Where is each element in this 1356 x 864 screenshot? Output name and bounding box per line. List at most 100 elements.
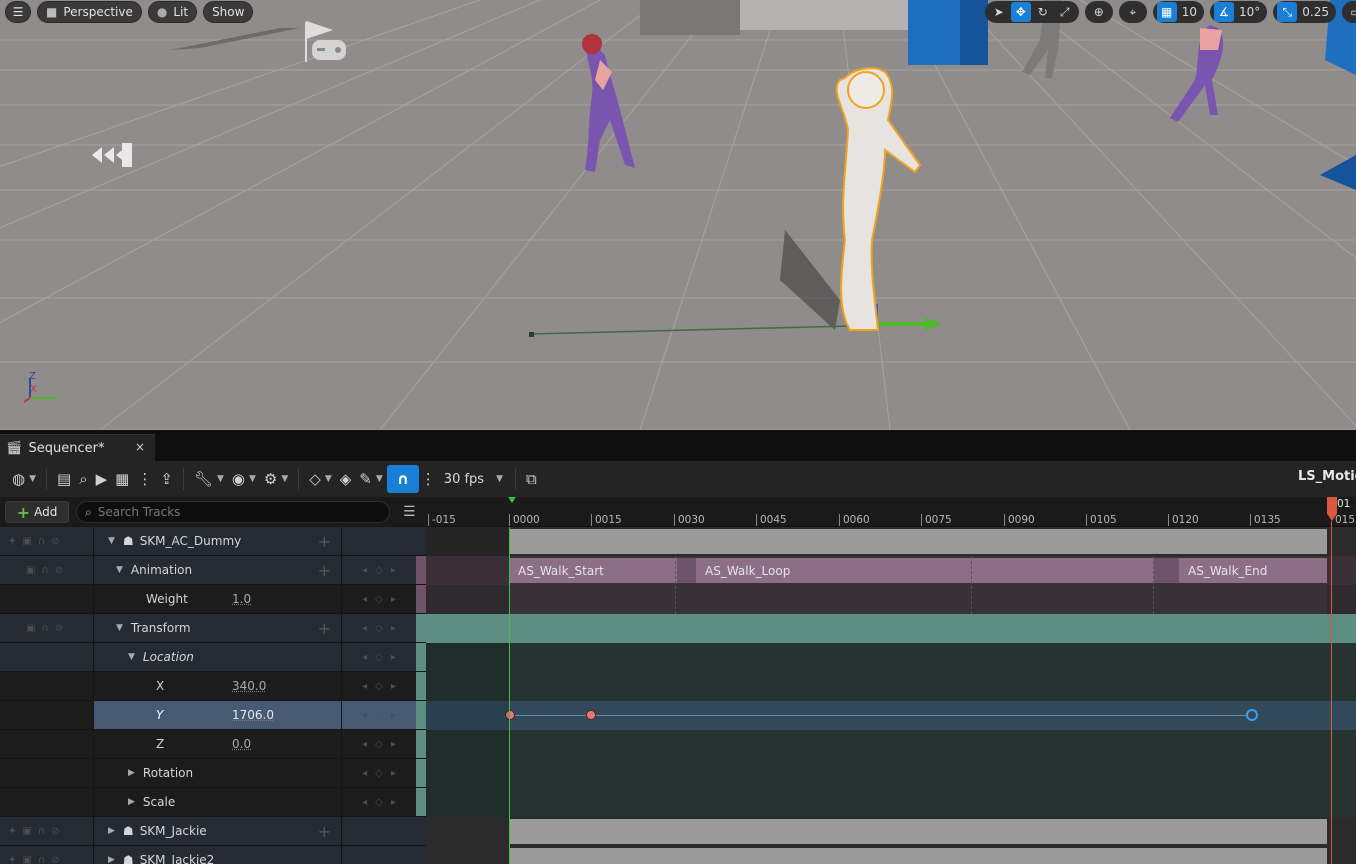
prev-key-icon[interactable]: ◂ bbox=[362, 797, 367, 808]
snap-toggle-button[interactable]: ∩ bbox=[386, 465, 419, 493]
lane-skm-ac-dummy[interactable] bbox=[426, 527, 1356, 556]
track-row-y[interactable]: Y 1706.0 ◂ ◇ ▸ bbox=[0, 701, 426, 730]
lane-z[interactable] bbox=[426, 730, 1356, 759]
add-subtrack-icon[interactable]: + bbox=[318, 822, 331, 841]
rotate-mode-button[interactable]: ↻ bbox=[1033, 2, 1053, 22]
mute-icon[interactable]: ⊘ bbox=[51, 855, 59, 864]
auto-key-button[interactable]: ✎ ▼ bbox=[355, 465, 387, 493]
grid-snap-button[interactable]: ▦ bbox=[1156, 2, 1177, 22]
pin-icon[interactable]: ✦ bbox=[8, 536, 16, 547]
prev-key-icon[interactable]: ◂ bbox=[362, 681, 367, 692]
add-key-icon[interactable]: ◇ bbox=[375, 565, 383, 576]
mute-icon[interactable]: ⊘ bbox=[55, 623, 63, 634]
show-button[interactable]: Show bbox=[203, 1, 254, 23]
track-row-location[interactable]: ▼ Location ◂ ◇ ▸ bbox=[0, 643, 426, 672]
add-track-button[interactable]: + Add bbox=[5, 501, 69, 523]
lit-button[interactable]: ● Lit bbox=[147, 1, 198, 23]
viewport-menu-button[interactable]: ☰ bbox=[5, 1, 31, 23]
add-key-icon[interactable]: ◇ bbox=[375, 710, 383, 721]
lane-weight[interactable] bbox=[426, 585, 1356, 614]
surface-snap-button[interactable]: ⌖ bbox=[1123, 2, 1143, 22]
add-subtrack-icon[interactable]: + bbox=[318, 561, 331, 580]
perspective-button[interactable]: ■ Perspective bbox=[37, 1, 142, 23]
grid-snap-value[interactable]: 10 bbox=[1179, 5, 1200, 19]
prev-key-icon[interactable]: ◂ bbox=[362, 739, 367, 750]
filter-icon[interactable]: ☰ bbox=[403, 504, 416, 520]
track-row-scale[interactable]: ▶ Scale ◂ ◇ ▸ bbox=[0, 788, 426, 817]
add-key-icon[interactable]: ◇ bbox=[375, 623, 383, 634]
y-value-field[interactable]: 1706.0 bbox=[232, 708, 274, 722]
add-subtrack-icon[interactable]: + bbox=[318, 619, 331, 638]
actor-section-bar[interactable] bbox=[509, 848, 1327, 864]
prev-key-icon[interactable]: ◂ bbox=[362, 652, 367, 663]
add-key-icon[interactable]: ◇ bbox=[375, 739, 383, 750]
next-key-icon[interactable]: ▸ bbox=[391, 594, 396, 605]
anim-section-walk-start[interactable]: AS_Walk_Start bbox=[509, 558, 677, 583]
start-marker[interactable] bbox=[508, 497, 516, 503]
pin-icon[interactable]: ✦ bbox=[8, 826, 16, 837]
headphones-icon[interactable]: ∩ bbox=[41, 623, 48, 634]
expand-triangle-icon[interactable]: ▶ bbox=[128, 797, 135, 807]
expand-triangle-icon[interactable]: ▶ bbox=[108, 855, 115, 864]
actor-section-bar[interactable] bbox=[509, 819, 1327, 844]
prev-key-icon[interactable]: ◂ bbox=[362, 623, 367, 634]
anim-section-walk-end[interactable]: AS_Walk_End bbox=[1179, 558, 1327, 583]
rotation-snap-value[interactable]: 10° bbox=[1236, 5, 1263, 19]
keyframe-0135[interactable] bbox=[1246, 709, 1258, 721]
headphones-icon[interactable]: ∩ bbox=[41, 565, 48, 576]
add-key-icon[interactable]: ◇ bbox=[375, 681, 383, 692]
lock-icon[interactable]: ▣ bbox=[22, 536, 31, 547]
mute-icon[interactable]: ⊘ bbox=[55, 565, 63, 576]
actions-button[interactable]: ⇪ bbox=[156, 465, 177, 493]
camera-speed-button[interactable]: ▭ bbox=[1346, 2, 1356, 22]
headphones-icon[interactable]: ∩ bbox=[38, 536, 45, 547]
next-key-icon[interactable]: ▸ bbox=[391, 681, 396, 692]
lane-skm-jackie2[interactable] bbox=[426, 846, 1356, 864]
expand-triangle-icon[interactable]: ▼ bbox=[116, 623, 123, 633]
next-key-icon[interactable]: ▸ bbox=[391, 565, 396, 576]
find-in-browser-button[interactable]: ⌕ bbox=[75, 465, 91, 493]
scale-snap-value[interactable]: 0.25 bbox=[1299, 5, 1332, 19]
lane-y[interactable] bbox=[426, 701, 1356, 730]
prev-key-icon[interactable]: ◂ bbox=[362, 594, 367, 605]
close-tab-icon[interactable]: × bbox=[135, 440, 145, 454]
lane-rotation[interactable] bbox=[426, 759, 1356, 788]
lane-animation[interactable]: AS_Walk_Start AS_Walk_Loop AS_Walk_End bbox=[426, 556, 1356, 585]
add-key-icon[interactable]: ◇ bbox=[375, 594, 383, 605]
more-options-button[interactable]: ⋮ bbox=[133, 465, 156, 493]
prev-key-icon[interactable]: ◂ bbox=[362, 710, 367, 721]
expand-triangle-icon[interactable]: ▼ bbox=[108, 536, 115, 546]
tools-button[interactable]: 🔧︎ ▼ bbox=[190, 465, 228, 493]
world-space-button[interactable]: ⊕ bbox=[1089, 2, 1109, 22]
view-options-button[interactable]: ◉ ▼ bbox=[228, 465, 260, 493]
add-subtrack-icon[interactable]: + bbox=[318, 532, 331, 551]
lane-skm-jackie[interactable] bbox=[426, 817, 1356, 846]
next-key-icon[interactable]: ▸ bbox=[391, 652, 396, 663]
weight-value-field[interactable]: 1.0 bbox=[232, 592, 251, 606]
z-value-field[interactable]: 0.0 bbox=[232, 737, 251, 751]
track-row-transform[interactable]: ▣ ∩ ⊘ ▼ Transform + ◂ ◇ ▸ bbox=[0, 614, 426, 643]
headphones-icon[interactable]: ∩ bbox=[38, 855, 45, 864]
key-options-button[interactable]: ◇ ▼ bbox=[305, 465, 335, 493]
expand-triangle-icon[interactable]: ▶ bbox=[108, 826, 115, 836]
mute-icon[interactable]: ⊘ bbox=[51, 826, 59, 837]
add-key-icon[interactable]: ◇ bbox=[375, 768, 383, 779]
track-row-x[interactable]: X 340.0 ◂ ◇ ▸ bbox=[0, 672, 426, 701]
add-key-icon[interactable]: ◇ bbox=[375, 652, 383, 663]
framerate-dropdown[interactable]: 30 fps ▼ bbox=[438, 465, 509, 493]
scale-mode-button[interactable]: ⤢ bbox=[1055, 2, 1075, 22]
next-key-icon[interactable]: ▸ bbox=[391, 768, 396, 779]
tab-sequencer[interactable]: 🎬︎ Sequencer* × bbox=[0, 434, 155, 461]
lane-scale[interactable] bbox=[426, 788, 1356, 817]
lane-transform[interactable] bbox=[426, 614, 1356, 643]
mute-icon[interactable]: ⊘ bbox=[51, 536, 59, 547]
search-tracks-input[interactable]: ⌕ Search Tracks bbox=[76, 501, 390, 523]
prev-key-icon[interactable]: ◂ bbox=[362, 565, 367, 576]
keyframe-0015[interactable] bbox=[586, 710, 596, 720]
headphones-icon[interactable]: ∩ bbox=[38, 826, 45, 837]
translate-mode-button[interactable]: ✥ bbox=[1010, 2, 1031, 22]
track-row-skm-ac-dummy[interactable]: ✦ ▣ ∩ ⊘ ▼ ☗ SKM_AC_Dummy + bbox=[0, 527, 426, 556]
next-key-icon[interactable]: ▸ bbox=[391, 797, 396, 808]
lane-location[interactable] bbox=[426, 643, 1356, 672]
track-row-skm-jackie2[interactable]: ✦ ▣ ∩ ⊘ ▶ ☗ SKM_Jackie2 bbox=[0, 846, 426, 864]
